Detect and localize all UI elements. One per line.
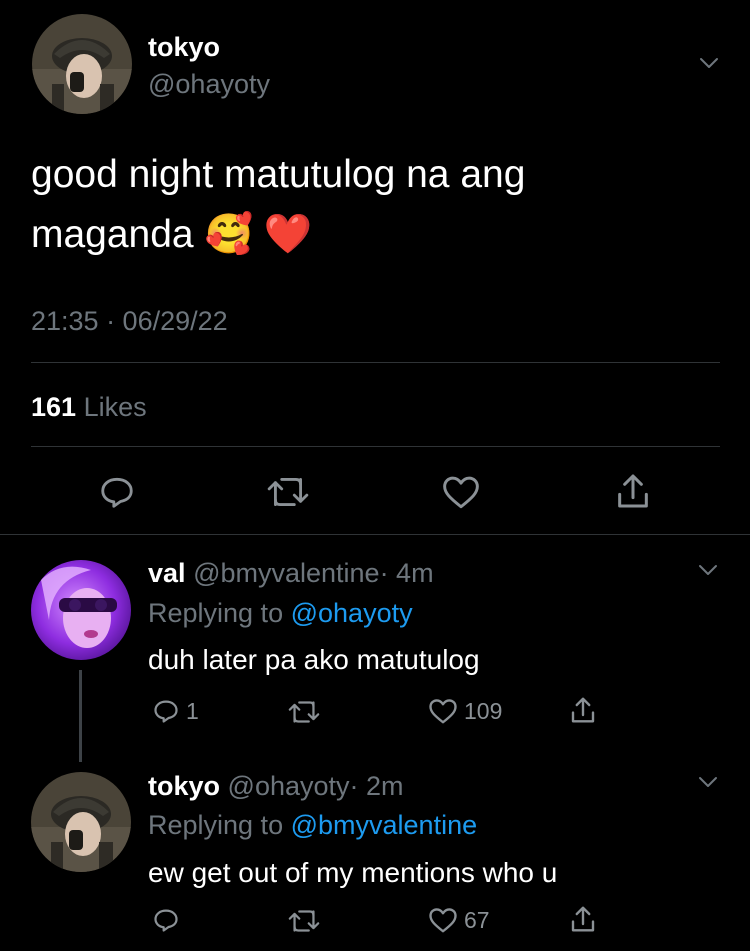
tweet-text-line-2: maganda 🥰 ❤️: [31, 213, 313, 256]
reply-handle[interactable]: @bmyvalentine: [193, 558, 380, 588]
retweet-icon: [288, 701, 320, 723]
reply-text: duh later pa ako matutulog: [148, 644, 480, 675]
handle[interactable]: @ohayoty: [148, 68, 270, 100]
like-count: 109: [464, 697, 503, 724]
divider: [31, 446, 720, 447]
reply-display-name[interactable]: val: [148, 558, 186, 588]
heart-icon: [429, 908, 457, 933]
avatar-image: [32, 14, 132, 114]
share-icon: [571, 906, 595, 932]
avatar-image: [31, 772, 131, 872]
reply-action[interactable]: 1: [152, 697, 199, 725]
reply-age: · 2m: [349, 771, 404, 801]
chevron-down-icon[interactable]: [698, 775, 717, 791]
share-icon[interactable]: [614, 471, 652, 511]
share-icon: [571, 697, 595, 723]
likes-count: 161: [31, 392, 77, 422]
avatar-tokyo[interactable]: [32, 14, 132, 114]
like-count: 67: [464, 906, 490, 933]
reply-text: ew get out of my mentions who u: [148, 857, 558, 888]
reply-display-name[interactable]: tokyo: [148, 771, 220, 801]
likes-stat[interactable]: 161 Likes: [31, 390, 147, 424]
tweet-text-line-1: good night matutulog na ang: [31, 153, 526, 196]
replying-to: Replying to @ohayoty: [148, 596, 413, 630]
reply-header: val @bmyvalentine· 4m: [148, 556, 434, 590]
replying-to-link[interactable]: @bmyvalentine: [291, 810, 478, 840]
like-action[interactable]: 109: [428, 697, 502, 725]
timestamp[interactable]: 21:35 · 06/29/22: [31, 304, 228, 338]
reply-icon: [154, 909, 178, 932]
share-action[interactable]: [569, 695, 597, 725]
avatar-tokyo[interactable]: [31, 772, 131, 872]
replying-to: Replying to @bmyvalentine: [148, 808, 477, 842]
like-icon[interactable]: [441, 474, 481, 510]
divider: [31, 362, 720, 363]
thread-line: [79, 670, 82, 762]
display-name[interactable]: tokyo: [148, 31, 220, 63]
retweet-icon[interactable]: [266, 474, 310, 510]
replying-to-prefix: Replying to: [148, 598, 284, 628]
divider: [0, 534, 750, 535]
heart-icon: [429, 699, 457, 724]
retweet-action[interactable]: [287, 699, 321, 725]
likes-label: Likes: [83, 392, 147, 422]
reply-count: 1: [186, 697, 199, 724]
replying-to-prefix: Replying to: [148, 810, 284, 840]
reply-age: · 4m: [379, 558, 434, 588]
avatar-image: [31, 560, 131, 660]
chevron-down-icon[interactable]: [698, 563, 717, 579]
reply-icon[interactable]: [97, 473, 137, 511]
reply-handle[interactable]: @ohayoty: [228, 771, 350, 801]
retweet-action[interactable]: [287, 908, 321, 934]
retweet-icon: [288, 910, 320, 932]
reply-header: tokyo @ohayoty· 2m: [148, 769, 404, 803]
replying-to-link[interactable]: @ohayoty: [291, 598, 413, 628]
share-action[interactable]: [569, 904, 597, 934]
avatar-val[interactable]: [31, 560, 131, 660]
like-action[interactable]: 67: [428, 906, 490, 934]
reply-icon: [154, 700, 178, 723]
chevron-down-icon[interactable]: [699, 56, 718, 72]
reply-action[interactable]: [152, 906, 180, 934]
